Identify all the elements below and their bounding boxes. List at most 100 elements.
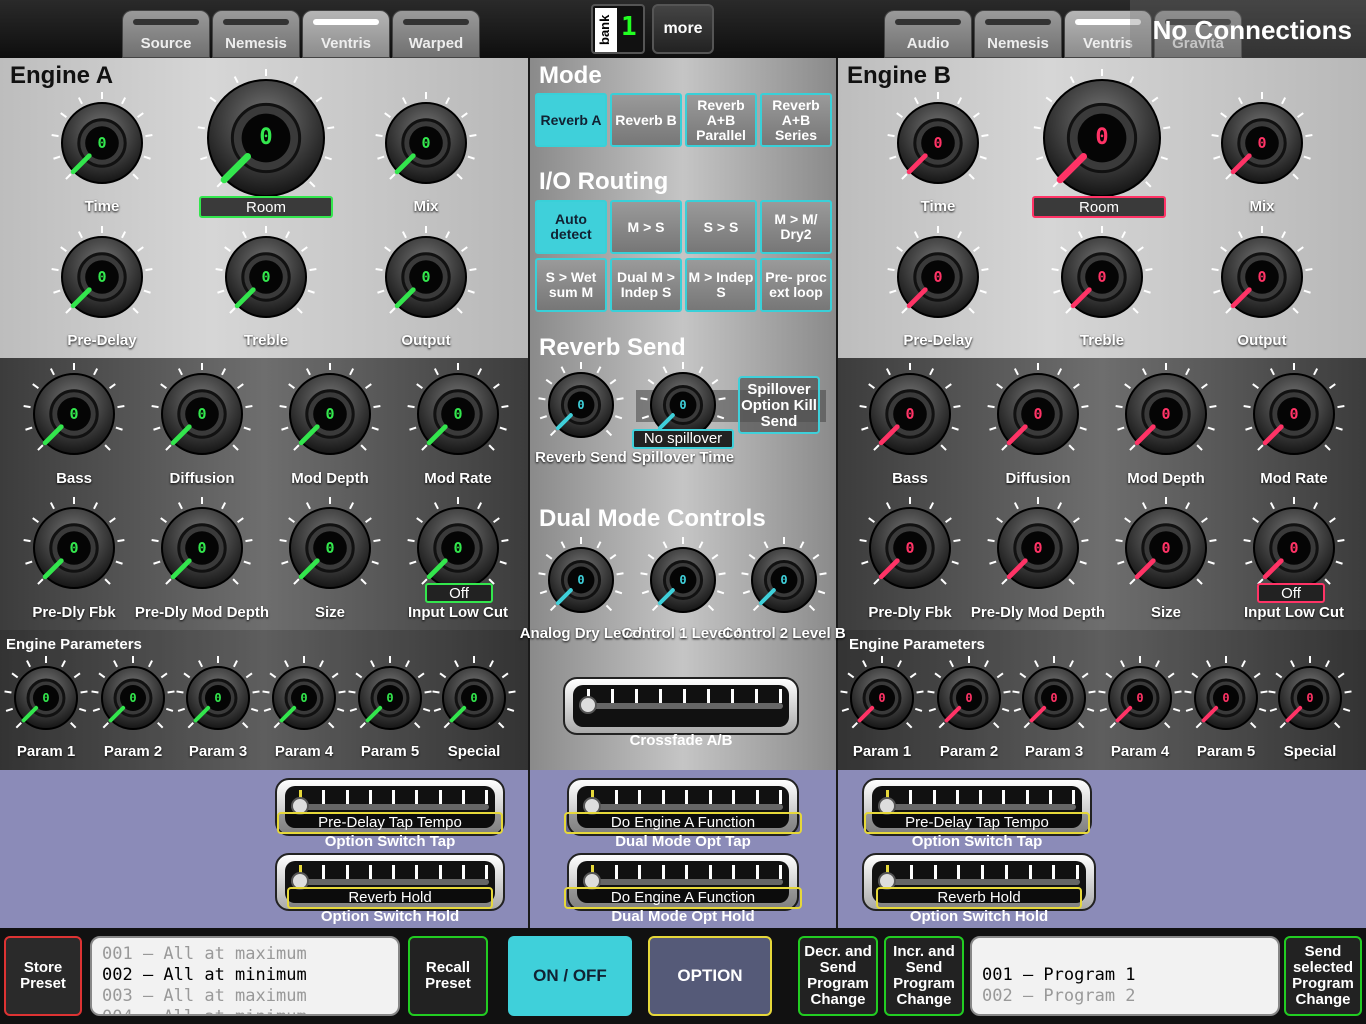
engine-b-param-6-knob[interactable]: 0 [1267, 655, 1353, 741]
knob-value: 0 [197, 405, 207, 424]
engine-b-bass-knob[interactable]: 0 [858, 362, 962, 466]
knob-value: 0 [197, 539, 207, 558]
engine-b-output-knob-label: Output [1237, 332, 1287, 349]
io-m-indep-button[interactable]: M > Indep S [685, 258, 757, 312]
io-m-s-button[interactable]: M > S [610, 200, 682, 254]
engine-b-diffusion-knob[interactable]: 0 [986, 362, 1090, 466]
off-label-b[interactable]: Off [1257, 583, 1325, 603]
engine-a-modrate-knob[interactable]: 0 [406, 362, 510, 466]
engine-a-predlymod-knob[interactable]: 0 [150, 496, 254, 600]
preset-item-selected[interactable]: 002 – All at minimum [102, 965, 388, 986]
engine-a-treble-knob[interactable]: 0 [214, 225, 318, 329]
tab-nemesis-right[interactable]: Nemesis [974, 10, 1062, 58]
left-tap-switch-label: Pre-Delay Tap Tempo [277, 812, 503, 834]
control2-knob[interactable]: 0 [740, 536, 828, 624]
engine-a-mix-knob[interactable]: 0 [374, 91, 478, 195]
off-label-a[interactable]: Off [425, 583, 493, 603]
engine-b-time-knob[interactable]: 0 [886, 91, 990, 195]
engine-b-param-2-knob[interactable]: 0 [926, 655, 1012, 741]
top-bar: Source Nemesis Ventris Warped bank 1 more… [0, 0, 1366, 58]
engine-b-param-4-knob[interactable]: 0 [1097, 655, 1183, 741]
crossfade-slider[interactable] [563, 677, 799, 735]
tab-source[interactable]: Source [122, 10, 210, 58]
io-auto-detect-button[interactable]: Auto detect [535, 200, 607, 254]
mode-reverb-b-button[interactable]: Reverb B [610, 93, 682, 147]
analog-dry-knob[interactable]: 0 [537, 536, 625, 624]
engine-a-size-knob[interactable]: 0 [278, 496, 382, 600]
room-label-a[interactable]: Room [199, 196, 333, 218]
reverb-send-knob[interactable]: 0 [537, 361, 625, 449]
knob-value: 0 [1289, 539, 1299, 558]
engine-b-room-knob[interactable]: 0 [1032, 68, 1172, 208]
io-preproc-button[interactable]: Pre- proc ext loop [760, 258, 832, 312]
preset-list[interactable]: 001 – All at maximum 002 – All at minimu… [90, 936, 400, 1016]
engine-b-modrate-knob[interactable]: 0 [1242, 362, 1346, 466]
engine-a-param-3-knob[interactable]: 0 [175, 655, 261, 741]
engine-a-param-6-knob[interactable]: 0 [431, 655, 517, 741]
engine-b-mix-knob[interactable]: 0 [1210, 91, 1314, 195]
preset-item[interactable]: 001 – All at maximum [102, 944, 388, 965]
engine-b-predlyfbk-knob[interactable]: 0 [858, 496, 962, 600]
tab-audio[interactable]: Audio [884, 10, 972, 58]
knob-value: 0 [42, 691, 50, 706]
preset-item[interactable]: 003 – All at maximum [102, 986, 388, 1007]
io-s-wet-button[interactable]: S > Wet sum M [535, 258, 607, 312]
engine-b-predelay-knob[interactable]: 0 [886, 225, 990, 329]
engine-b-treble-knob[interactable]: 0 [1050, 225, 1154, 329]
engine-a-room-knob[interactable]: 0 [196, 68, 336, 208]
right-tap-switch-label: Pre-Delay Tap Tempo [864, 812, 1090, 834]
engine-a-time-knob-label: Time [84, 198, 120, 215]
mode-reverb-a-button[interactable]: Reverb A [535, 93, 607, 147]
incr-send-button[interactable]: Incr. and Send Program Change [884, 936, 964, 1016]
tab-nemesis-left[interactable]: Nemesis [212, 10, 300, 58]
mode-parallel-button[interactable]: Reverb A+B Parallel [685, 93, 757, 147]
engine-a-predelay-knob[interactable]: 0 [50, 225, 154, 329]
decr-send-button[interactable]: Decr. and Send Program Change [798, 936, 878, 1016]
recall-preset-button[interactable]: Recall Preset [408, 936, 488, 1016]
more-button[interactable]: more [652, 4, 714, 54]
knob-value: 0 [97, 268, 107, 287]
engine-b-size-knob[interactable]: 0 [1114, 496, 1218, 600]
program-item-selected[interactable]: 001 – Program 1 [982, 965, 1268, 986]
engine-a-diffusion-knob[interactable]: 0 [150, 362, 254, 466]
engine-a-param-2-knob[interactable]: 0 [90, 655, 176, 741]
room-label-b[interactable]: Room [1032, 196, 1166, 218]
option-button[interactable]: OPTION [648, 936, 772, 1016]
engine-a-param-1-knob[interactable]: 0 [3, 655, 89, 741]
io-s-s-button[interactable]: S > S [685, 200, 757, 254]
engine-b-output-knob[interactable]: 0 [1210, 225, 1314, 329]
engine-a-param-4-knob[interactable]: 0 [261, 655, 347, 741]
engine-b-param-1-knob[interactable]: 0 [839, 655, 925, 741]
send-selected-button[interactable]: Send selected Program Change [1284, 936, 1362, 1016]
right-hold-switch-label: Reverb Hold [876, 887, 1082, 909]
program-item[interactable]: 002 – Program 2 [982, 986, 1268, 1007]
engine-a-params-title: Engine Parameters [6, 636, 142, 653]
engine-b-time-knob-label: Time [920, 198, 956, 215]
spillover-option-button[interactable]: Spillover Option Kill Send [738, 376, 820, 434]
preset-item[interactable]: 004 – All at minimum [102, 1007, 388, 1014]
store-preset-button[interactable]: Store Preset [4, 936, 82, 1016]
bank-selector[interactable]: bank 1 [591, 4, 645, 54]
engine-b-param-3-knob[interactable]: 0 [1011, 655, 1097, 741]
engine-a-bass-knob[interactable]: 0 [22, 362, 126, 466]
engine-a-param-5-knob[interactable]: 0 [347, 655, 433, 741]
engine-a-time-knob[interactable]: 0 [50, 91, 154, 195]
engine-b-moddepth-knob[interactable]: 0 [1114, 362, 1218, 466]
program-list[interactable]: 001 – Program 1 002 – Program 2 [970, 936, 1280, 1016]
no-spillover-label[interactable]: No spillover [632, 429, 734, 449]
control1-knob[interactable]: 0 [639, 536, 727, 624]
tab-ventris-left[interactable]: Ventris [302, 10, 390, 58]
engine-b-param-5-knob[interactable]: 0 [1183, 655, 1269, 741]
on-off-button[interactable]: ON / OFF [508, 936, 632, 1016]
engine-a-output-knob-label: Output [401, 332, 451, 349]
engine-a-predlyfbk-knob[interactable]: 0 [22, 496, 126, 600]
slider-thumb[interactable] [579, 696, 597, 714]
mode-series-button[interactable]: Reverb A+B Series [760, 93, 832, 147]
io-m-mdry2-button[interactable]: M > M/ Dry2 [760, 200, 832, 254]
engine-b-predlymod-knob[interactable]: 0 [986, 496, 1090, 600]
engine-b-inputlow-knob-label: Input Low Cut [1244, 604, 1344, 621]
io-dual-m-button[interactable]: Dual M > Indep S [610, 258, 682, 312]
engine-a-output-knob[interactable]: 0 [374, 225, 478, 329]
engine-a-moddepth-knob[interactable]: 0 [278, 362, 382, 466]
tab-warped[interactable]: Warped [392, 10, 480, 58]
